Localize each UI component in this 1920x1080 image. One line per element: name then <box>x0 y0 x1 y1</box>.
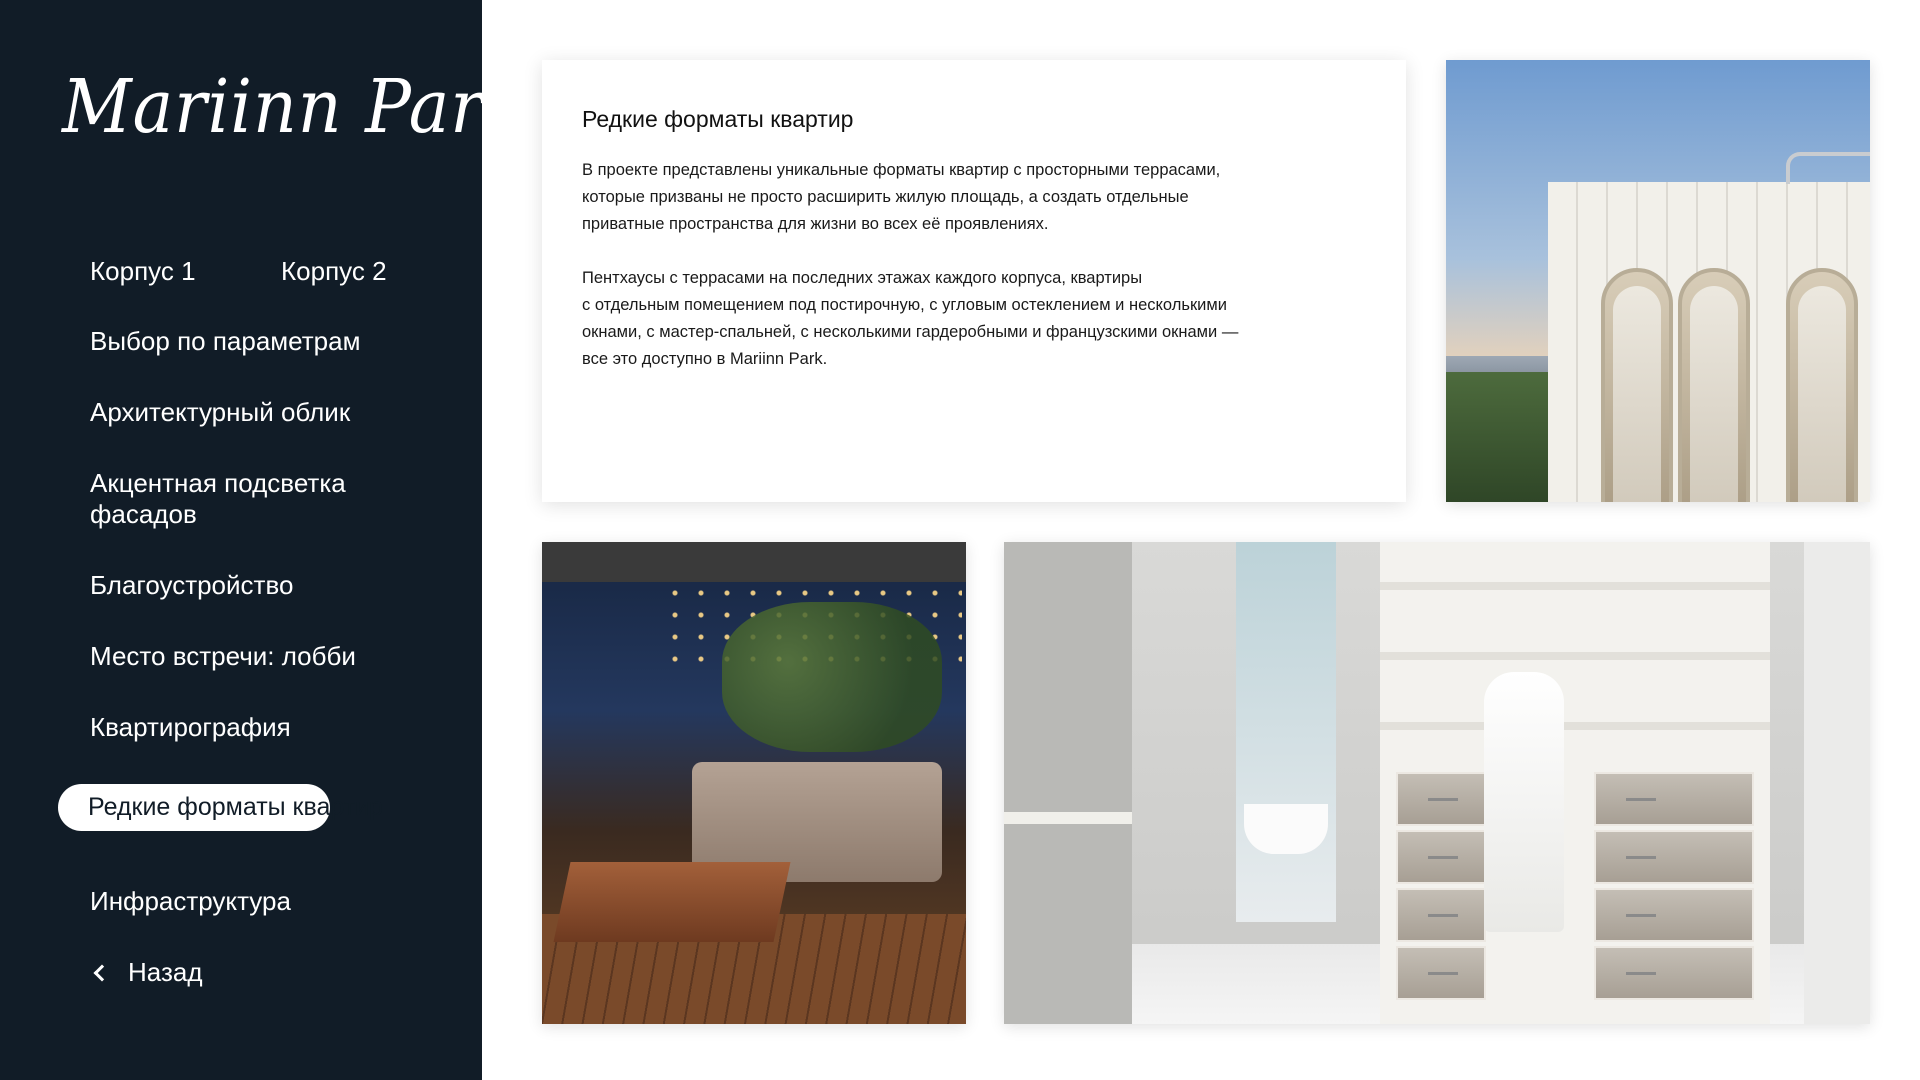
info-card: Редкие форматы квартир В проекте предста… <box>542 60 1406 502</box>
drawer <box>1594 772 1754 826</box>
closet-left <box>1004 542 1132 1024</box>
chevron-left-icon <box>93 964 111 981</box>
card-title: Редкие форматы квартир <box>582 106 854 132</box>
closet-rail <box>1004 812 1132 824</box>
back-button[interactable]: Назад <box>90 957 203 988</box>
bathtub <box>1244 804 1328 854</box>
drawer <box>1396 772 1486 826</box>
facade-photo[interactable] <box>1446 60 1870 502</box>
terrace-roof <box>542 542 966 582</box>
sidebar-item-parameters[interactable]: Выбор по параметрам <box>90 326 360 357</box>
sidebar-item-architecture[interactable]: Архитектурный облик <box>90 397 350 428</box>
brand-logo[interactable]: Mariinn Park <box>62 52 526 172</box>
roof-railing <box>1786 152 1870 184</box>
back-label: Назад <box>128 957 203 987</box>
drawer <box>1594 946 1754 1000</box>
sidebar-item-landscaping[interactable]: Благоустройство <box>90 570 293 601</box>
card-paragraph-1: В проекте представлены уникальные формат… <box>582 161 1221 233</box>
drawer <box>1396 888 1486 942</box>
bathroom-doorway <box>1236 542 1336 922</box>
terrace-photo[interactable] <box>542 542 966 1024</box>
sidebar-item-facade-lighting[interactable]: Акцентная подсветка фасадов <box>90 468 420 530</box>
sidebar-item-korpus-1[interactable]: Корпус 1 <box>90 256 196 287</box>
logo-text: Mariinn Park <box>62 64 526 150</box>
sidebar-item-apartments[interactable]: Квартирография <box>90 712 291 743</box>
sidebar-item-lobby[interactable]: Место встречи: лобби <box>90 641 356 672</box>
shelf <box>1380 582 1770 590</box>
sidebar-item-rare-formats[interactable]: Редкие форматы квартир <box>58 784 383 831</box>
arch-window <box>1601 268 1673 502</box>
closet-right <box>1804 542 1870 1024</box>
shelf <box>1380 722 1770 730</box>
sidebar-item-infrastructure[interactable]: Инфраструктура <box>90 886 291 917</box>
bathrobe <box>1484 672 1564 932</box>
drawer <box>1594 888 1754 942</box>
coffee-table <box>553 862 791 942</box>
sidebar: Mariinn Park Корпус 1 Корпус 2 Выбор по … <box>0 0 526 1080</box>
drawer <box>1396 830 1486 884</box>
drawer <box>1396 946 1486 1000</box>
shelf <box>1380 652 1770 660</box>
drawer <box>1594 830 1754 884</box>
plants <box>722 602 942 752</box>
arch-window <box>1678 268 1750 502</box>
sidebar-item-korpus-2[interactable]: Корпус 2 <box>281 256 387 287</box>
card-paragraph-2: Пентхаусы с террасами на последних этажа… <box>582 269 1239 368</box>
wardrobe-photo[interactable] <box>1004 542 1870 1024</box>
arch-window <box>1786 268 1858 502</box>
